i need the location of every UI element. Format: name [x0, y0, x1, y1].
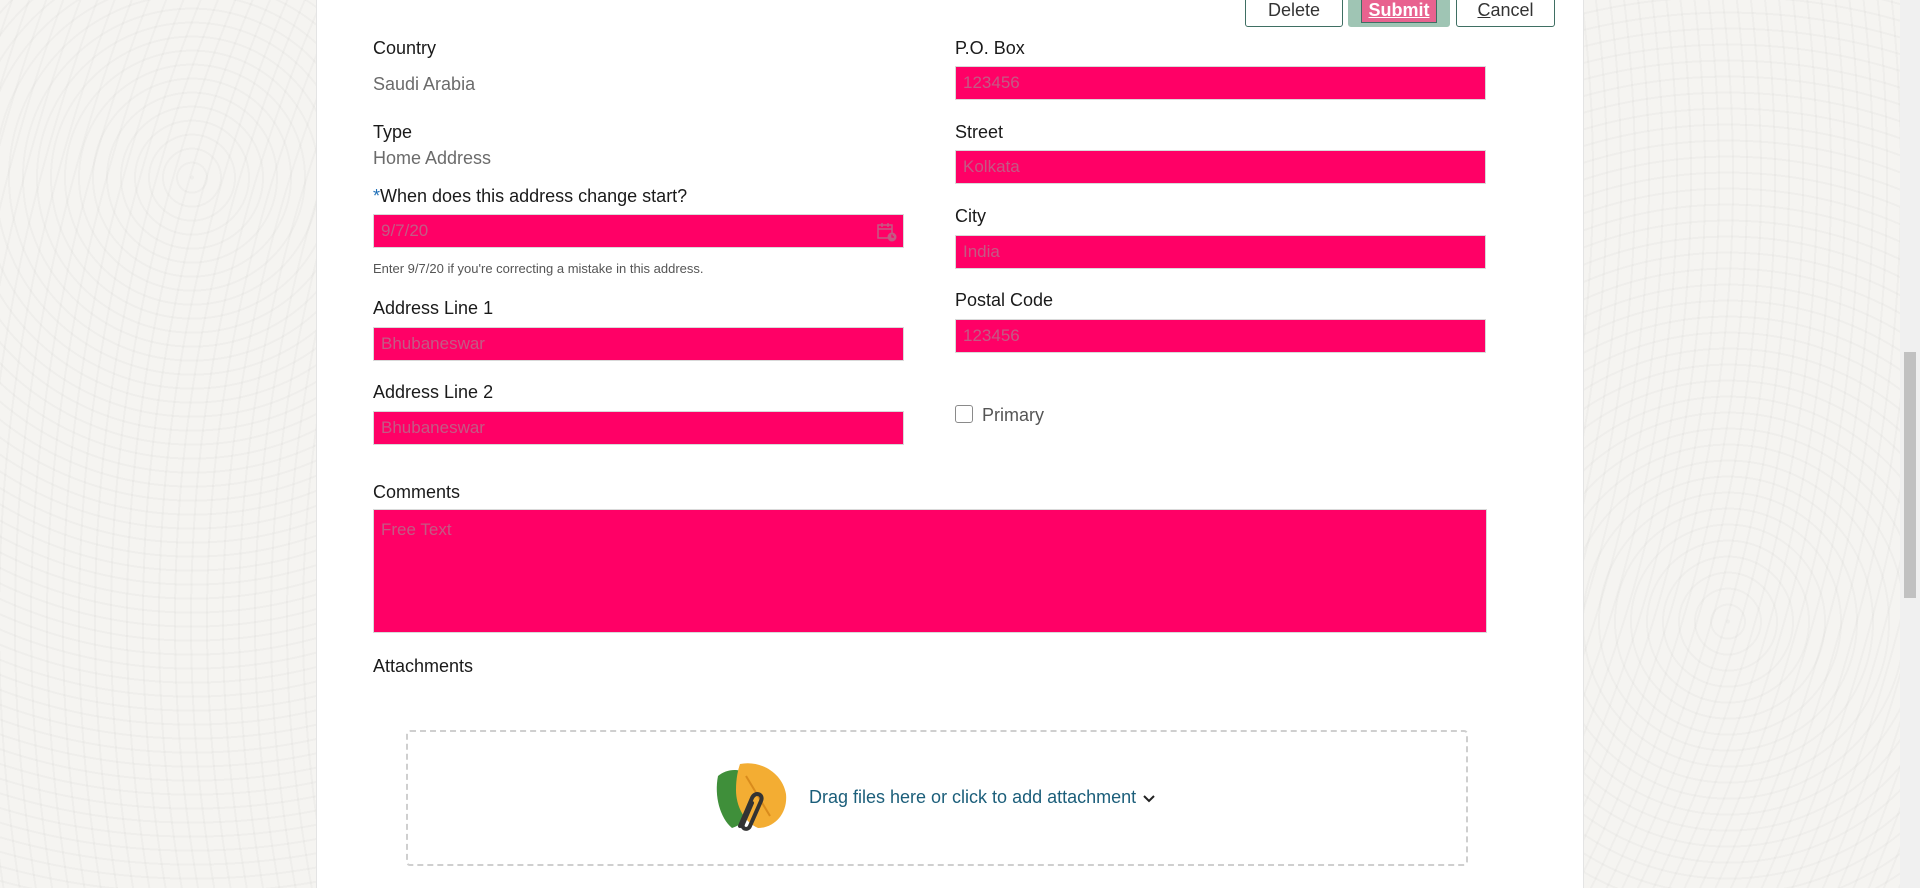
po-box-input[interactable]: 123456	[955, 66, 1486, 100]
submit-button[interactable]: Submit	[1361, 0, 1437, 23]
postal-code-label: Postal Code	[955, 290, 1054, 310]
address-line-2-placeholder: Bhubaneswar	[381, 418, 485, 437]
attachment-drop-text[interactable]: Drag files here or click to add attachme…	[809, 787, 1136, 808]
po-box-label: P.O. Box	[955, 38, 1025, 58]
city-placeholder: India	[963, 242, 1000, 261]
postal-code-placeholder: 123456	[963, 326, 1020, 345]
postal-code-input[interactable]: 123456	[955, 319, 1486, 353]
scrollbar-thumb[interactable]	[1904, 352, 1916, 598]
start-date-input[interactable]: 9/7/20	[373, 214, 904, 248]
street-input[interactable]: Kolkata	[955, 150, 1486, 184]
submit-button-label: Submit	[1368, 0, 1430, 20]
cancel-button-label: ancel	[1490, 0, 1534, 20]
delete-button[interactable]: Delete	[1245, 0, 1343, 27]
comments-textarea[interactable]: Free Text	[373, 509, 1487, 633]
primary-label: Primary	[982, 405, 1044, 425]
start-date-label: *When does this address change start?	[373, 186, 687, 207]
address-line-1-input[interactable]: Bhubaneswar	[373, 327, 904, 361]
comments-placeholder: Free Text	[381, 520, 452, 539]
required-mark: *	[373, 186, 381, 206]
address-line-2-input[interactable]: Bhubaneswar	[373, 411, 904, 445]
street-label: Street	[955, 122, 1004, 142]
attachments-label: Attachments	[373, 656, 474, 676]
cancel-button-accesskey: C	[1477, 0, 1491, 20]
type-label: Type	[373, 122, 413, 142]
comments-label: Comments	[373, 482, 461, 502]
city-input[interactable]: India	[955, 235, 1486, 269]
vertical-scrollbar[interactable]	[1900, 0, 1920, 888]
address-line-1-label: Address Line 1	[373, 298, 494, 318]
address-line-2-label: Address Line 2	[373, 382, 494, 402]
type-value: Home Address	[373, 148, 492, 168]
street-placeholder: Kolkata	[963, 157, 1020, 176]
city-label: City	[955, 206, 986, 226]
start-date-placeholder: 9/7/20	[381, 221, 429, 240]
delete-button-label: Delete	[1267, 0, 1321, 20]
submit-button-focus-ring: Submit	[1348, 0, 1450, 27]
country-value: Saudi Arabia	[373, 74, 476, 94]
primary-checkbox[interactable]	[955, 405, 973, 423]
address-line-1-placeholder: Bhubaneswar	[381, 334, 485, 353]
leaf-paperclip-icon	[716, 763, 787, 831]
country-label: Country	[373, 38, 437, 58]
start-date-label-text: When does this address change start?	[380, 186, 688, 206]
cancel-button[interactable]: Cancel	[1456, 0, 1555, 27]
chevron-down-icon[interactable]	[1140, 790, 1158, 808]
start-date-hint: Enter 9/7/20 if you're correcting a mist…	[373, 261, 704, 276]
po-box-placeholder: 123456	[963, 73, 1020, 92]
calendar-icon[interactable]	[877, 222, 897, 242]
